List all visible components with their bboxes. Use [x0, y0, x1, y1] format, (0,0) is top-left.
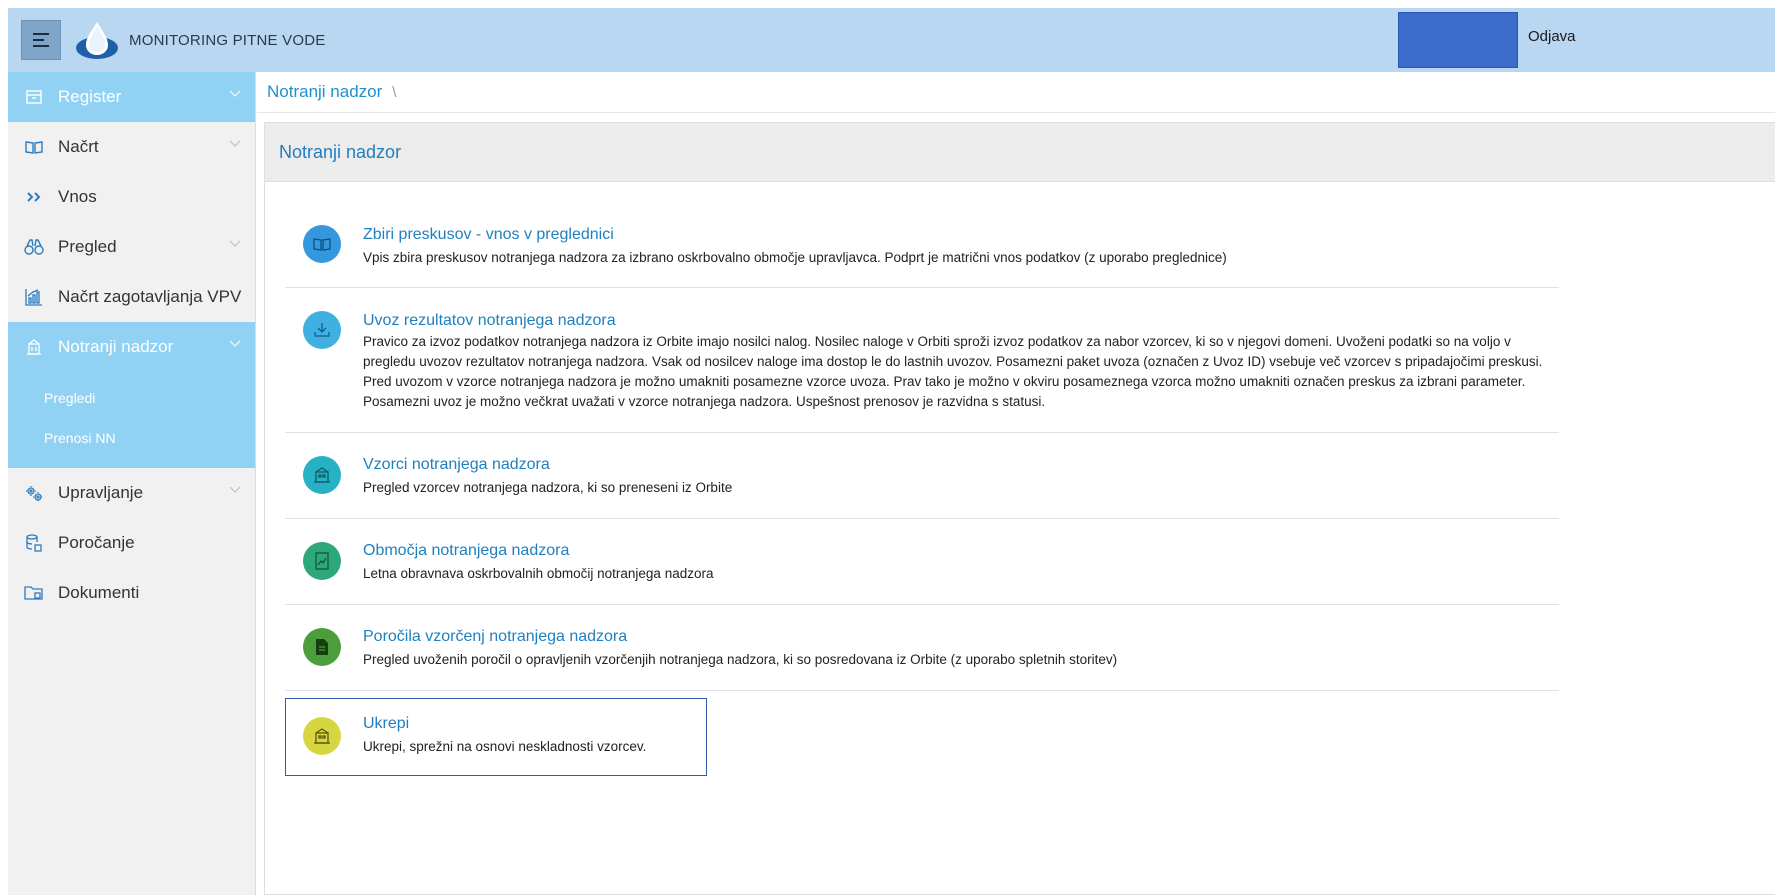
download-icon: [303, 311, 341, 349]
sidebar-item-dokumenti[interactable]: Dokumenti: [8, 568, 255, 618]
sidebar-item-pregled[interactable]: Pregled: [8, 222, 255, 272]
card-description: Pravico za izvoz podatkov notranjega nad…: [363, 334, 1543, 409]
sidebar-item-register[interactable]: Register: [8, 72, 255, 122]
sidebar-item-vnos[interactable]: Vnos: [8, 172, 255, 222]
folder-icon: [24, 583, 44, 603]
logout-link[interactable]: Odjava: [1528, 28, 1576, 45]
building-icon: [303, 717, 341, 755]
breadcrumb: Notranji nadzor \: [257, 72, 1775, 113]
main-panel: Notranji nadzor Zbiri preskusov - vnos v…: [264, 122, 1775, 895]
bar-chart-icon: [24, 287, 44, 307]
sidebar-item-upravljanje[interactable]: Upravljanje: [8, 468, 255, 518]
sidebar-item-label: Vnos: [58, 187, 97, 206]
panel-title: Notranji nadzor: [265, 123, 1775, 182]
card-title: Uvoz rezultatov notranjega nadzora: [363, 312, 616, 329]
water-drop-logo-icon: [76, 22, 118, 59]
card-porocila-vzorcenj[interactable]: Poročila vzorčenj notranjega nadzora Pre…: [285, 606, 1559, 691]
sidebar-item-label: Dokumenti: [58, 583, 140, 602]
card-title: Poročila vzorčenj notranjega nadzora: [363, 628, 628, 645]
sidebar-item-label: Pregled: [58, 237, 117, 256]
binoculars-icon: [24, 237, 44, 257]
book-icon: [303, 225, 341, 263]
card-zbiri-preskusov[interactable]: Zbiri preskusov - vnos v preglednici Vpi…: [285, 203, 1559, 288]
file-icon: [303, 628, 341, 666]
chevron-down-icon: [229, 140, 241, 147]
sidebar-item-label: Upravljanje: [58, 483, 144, 502]
sidebar-subitem-prenosi-nn[interactable]: Prenosi NN: [8, 418, 255, 458]
card-description: Ukrepi, sprežni na osnovi neskladnosti v…: [363, 739, 647, 754]
database-report-icon: [24, 533, 44, 553]
card-uvoz-rezultatov[interactable]: Uvoz rezultatov notranjega nadzora Pravi…: [285, 289, 1559, 433]
sidebar-item-notranji-nadzor[interactable]: Notranji nadzor: [8, 322, 255, 372]
open-book-icon: [24, 137, 44, 157]
card-description: Pregled vzorcev notranjega nadzora, ki s…: [363, 480, 733, 495]
sidebar-item-label: Register: [58, 87, 122, 106]
double-chevron-right-icon: [24, 187, 44, 207]
menu-toggle-button[interactable]: [21, 20, 61, 60]
card-title: Vzorci notranjega nadzora: [363, 456, 550, 473]
sidebar-subitem-pregledi[interactable]: Pregledi: [8, 378, 255, 418]
breadcrumb-link-notranji-nadzor[interactable]: Notranji nadzor: [267, 82, 382, 102]
building-icon: [24, 337, 44, 357]
sidebar-item-label: Načrt: [58, 137, 99, 156]
sidebar-submenu-notranji-nadzor: Pregledi Prenosi NN: [8, 372, 255, 468]
chevron-down-icon: [229, 90, 241, 97]
chevron-down-icon: [229, 486, 241, 493]
sidebar-item-label: Notranji nadzor: [58, 337, 174, 356]
card-description: Pregled uvoženih poročil o opravljenih v…: [363, 652, 1118, 667]
card-ukrepi[interactable]: Ukrepi Ukrepi, sprežni na osnovi nesklad…: [285, 698, 707, 776]
card-obmocja[interactable]: Območja notranjega nadzora Letna obravna…: [285, 520, 1559, 605]
top-header: MONITORING PITNE VODE Odjava: [8, 8, 1775, 72]
sidebar-item-label: Načrt zagotavljanja VPV: [58, 287, 242, 306]
sidebar-item-porocanje[interactable]: Poročanje: [8, 518, 255, 568]
card-description: Vpis zbira preskusov notranjega nadzora …: [363, 250, 1227, 265]
card-description: Letna obravnava oskrbovalnih območij not…: [363, 566, 714, 581]
chevron-down-icon: [229, 240, 241, 247]
app-title: MONITORING PITNE VODE: [129, 31, 326, 49]
card-title: Zbiri preskusov - vnos v preglednici: [363, 226, 614, 243]
sidebar-item-nacrt-vpv[interactable]: Načrt zagotavljanja VPV: [8, 272, 255, 322]
breadcrumb-separator: \: [392, 83, 397, 101]
card-title: Ukrepi: [363, 715, 410, 732]
card-title: Območja notranjega nadzora: [363, 542, 570, 559]
building-icon: [303, 456, 341, 494]
card-vzorci[interactable]: Vzorci notranjega nadzora Pregled vzorce…: [285, 434, 1559, 519]
user-account-box[interactable]: [1398, 12, 1518, 68]
gears-icon: [24, 483, 44, 503]
sidebar-item-nacrt[interactable]: Načrt: [8, 122, 255, 172]
archive-box-icon: [24, 87, 44, 107]
sidebar: Register Načrt Vnos Pregled Načrt zagota…: [8, 72, 256, 895]
chevron-down-icon: [229, 340, 241, 347]
document-chart-icon: [303, 542, 341, 580]
sidebar-item-label: Poročanje: [58, 533, 135, 552]
